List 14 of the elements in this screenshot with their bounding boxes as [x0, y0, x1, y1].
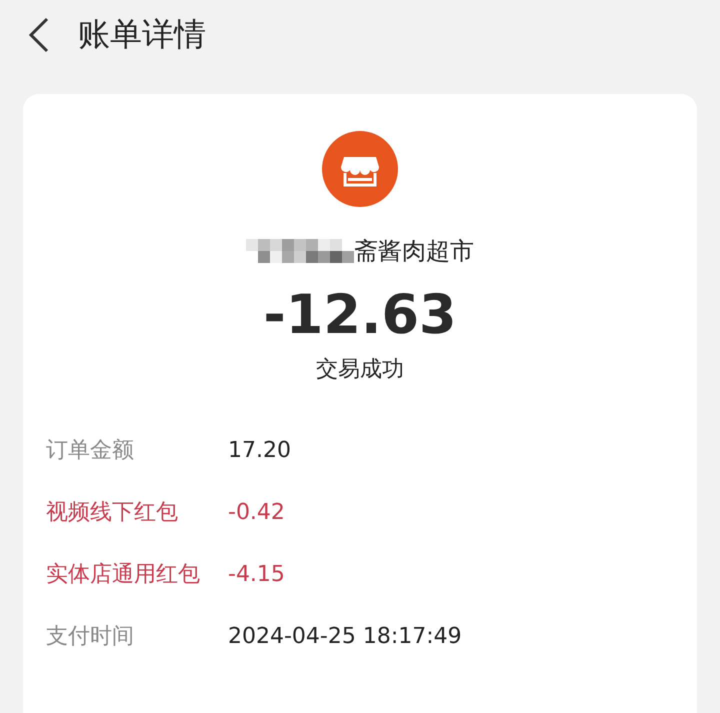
merchant-name: 斋酱肉超市 — [354, 236, 474, 267]
detail-value: 17.20 — [228, 437, 291, 465]
detail-label: 订单金额 — [46, 437, 135, 465]
detail-value: 2024-04-25 18:17:49 — [228, 623, 462, 651]
amount: -12.63 — [263, 283, 457, 346]
store-icon — [322, 131, 398, 207]
page-title: 账单详情 — [78, 14, 206, 55]
detail-label: 支付时间 — [46, 623, 135, 651]
detail-value: -4.15 — [228, 561, 285, 589]
detail-label: 视频线下红包 — [46, 499, 179, 527]
status-text: 交易成功 — [316, 356, 404, 384]
back-icon[interactable] — [28, 17, 50, 53]
detail-value: -0.42 — [228, 499, 285, 527]
detail-label: 实体店通用红包 — [46, 561, 201, 589]
